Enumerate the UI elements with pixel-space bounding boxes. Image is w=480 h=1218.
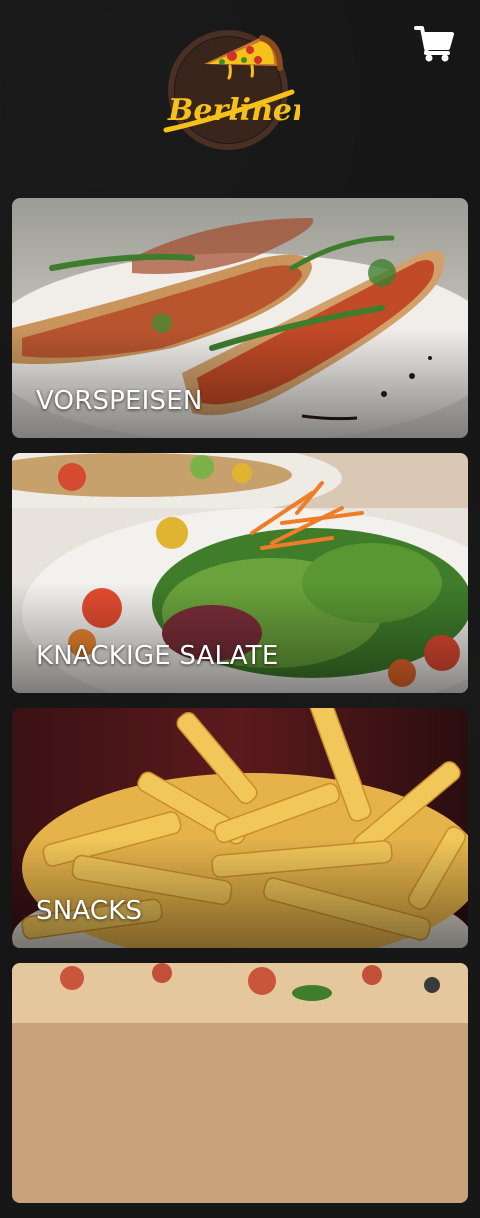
category-card-pizza[interactable] [12, 963, 468, 1203]
logo-wordmark: Berliner [167, 93, 300, 128]
category-card-vorspeisen[interactable]: VORSPEISEN [12, 198, 468, 438]
pizza-photo [12, 963, 468, 1203]
brand-logo[interactable]: Berliner [160, 26, 310, 154]
cart-button[interactable] [414, 24, 454, 64]
card-shade [12, 583, 468, 693]
category-card-knackige-salate[interactable]: KNACKIGE SALATE [12, 453, 468, 693]
card-shade [12, 328, 468, 438]
category-label: VORSPEISEN [36, 386, 203, 416]
shopping-cart-icon [414, 26, 454, 62]
category-list: VORSPEISEN KNACKIGE SALATE SNACKS [12, 198, 468, 1218]
pizza-logo-icon: Berliner [163, 30, 310, 150]
app-header: Berliner [0, 0, 480, 190]
card-shade [12, 838, 468, 948]
category-label: SNACKS [36, 896, 143, 926]
category-label: KNACKIGE SALATE [36, 641, 279, 671]
category-card-snacks[interactable]: SNACKS [12, 708, 468, 948]
